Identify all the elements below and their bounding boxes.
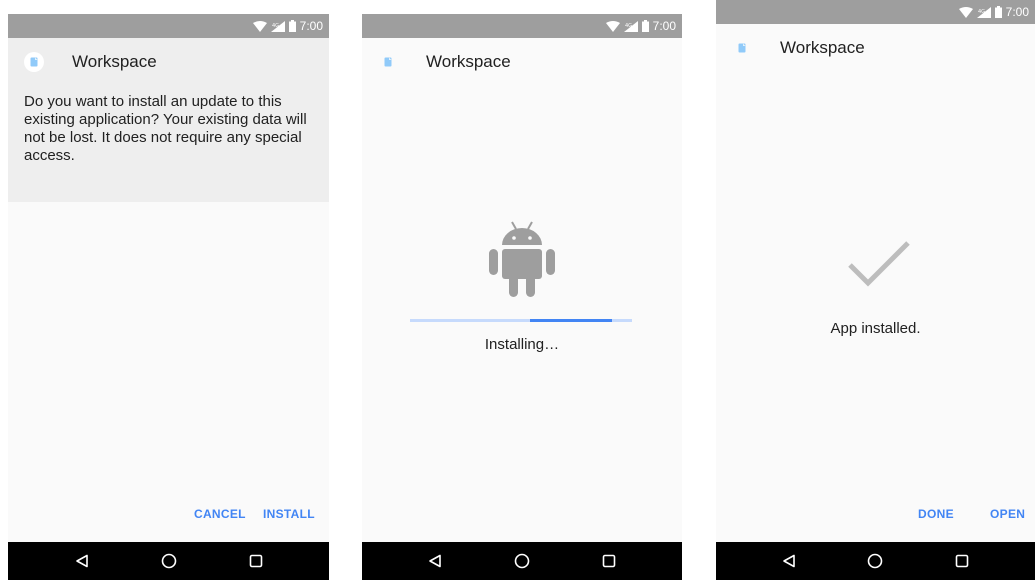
back-icon	[429, 554, 442, 568]
document-app-icon	[24, 52, 44, 72]
home-icon	[514, 553, 530, 569]
recents-icon	[602, 554, 615, 568]
navigation-bar	[362, 542, 682, 580]
home-icon	[868, 553, 883, 569]
home-button[interactable]	[502, 546, 542, 576]
back-icon	[75, 554, 88, 568]
battery-icon	[994, 6, 1002, 18]
app-header: Workspace	[8, 38, 329, 93]
recents-icon	[249, 554, 262, 568]
recents-icon	[955, 554, 969, 568]
status-bar: 4G 7:00	[716, 0, 1035, 24]
app-installed-screen: 4G 7:00 Workspace App installed. DONE OP…	[716, 0, 1035, 580]
status-time: 7:00	[1005, 5, 1029, 19]
signal-icon: 4G	[623, 20, 638, 32]
status-bar: 4G 7:00	[362, 14, 682, 38]
signal-icon: 4G	[270, 20, 285, 32]
document-app-icon	[738, 43, 746, 53]
back-icon	[783, 554, 795, 568]
wifi-icon	[252, 20, 267, 32]
app-name: Workspace	[780, 38, 865, 57]
back-button[interactable]	[62, 546, 102, 576]
android-robot-icon	[489, 221, 555, 297]
install-prompt-screen: 4G 7:00 Workspace Do you want to install…	[8, 14, 329, 580]
app-header: Workspace	[716, 24, 1035, 79]
app-name: Workspace	[72, 52, 157, 71]
home-icon	[161, 553, 176, 569]
battery-icon	[288, 20, 296, 32]
home-button[interactable]	[855, 546, 895, 576]
back-button[interactable]	[415, 546, 455, 576]
install-button[interactable]: INSTALL	[257, 503, 321, 525]
document-app-icon	[384, 57, 392, 67]
battery-icon	[641, 20, 649, 32]
recents-button[interactable]	[589, 546, 629, 576]
home-button[interactable]	[149, 546, 189, 576]
app-installed-text: App installed.	[830, 320, 921, 337]
installing-screen: 4G 7:00 Workspace Installing…	[362, 14, 682, 580]
install-progress-bar	[410, 319, 632, 322]
app-header: Workspace	[362, 38, 682, 93]
app-name: Workspace	[426, 52, 511, 71]
open-button[interactable]: OPEN	[984, 503, 1031, 525]
navigation-bar	[8, 542, 329, 580]
signal-icon: 4G	[976, 6, 991, 18]
navigation-bar	[716, 542, 1035, 580]
install-message: Do you want to install an update to this…	[8, 93, 329, 202]
wifi-icon	[958, 6, 973, 18]
checkmark-icon	[848, 241, 910, 287]
status-time: 7:00	[652, 19, 676, 33]
installing-text: Installing…	[484, 336, 560, 353]
wifi-icon	[605, 20, 620, 32]
status-bar: 4G 7:00	[8, 14, 329, 38]
done-button[interactable]: DONE	[912, 503, 960, 525]
install-progress-fill	[529, 319, 612, 322]
back-button[interactable]	[769, 546, 809, 576]
recents-button[interactable]	[942, 546, 982, 576]
cancel-button[interactable]: CANCEL	[188, 503, 252, 525]
svg-text:4G: 4G	[272, 23, 279, 29]
svg-text:4G: 4G	[978, 9, 985, 15]
status-time: 7:00	[299, 19, 323, 33]
svg-text:4G: 4G	[625, 23, 632, 29]
recents-button[interactable]	[236, 546, 276, 576]
